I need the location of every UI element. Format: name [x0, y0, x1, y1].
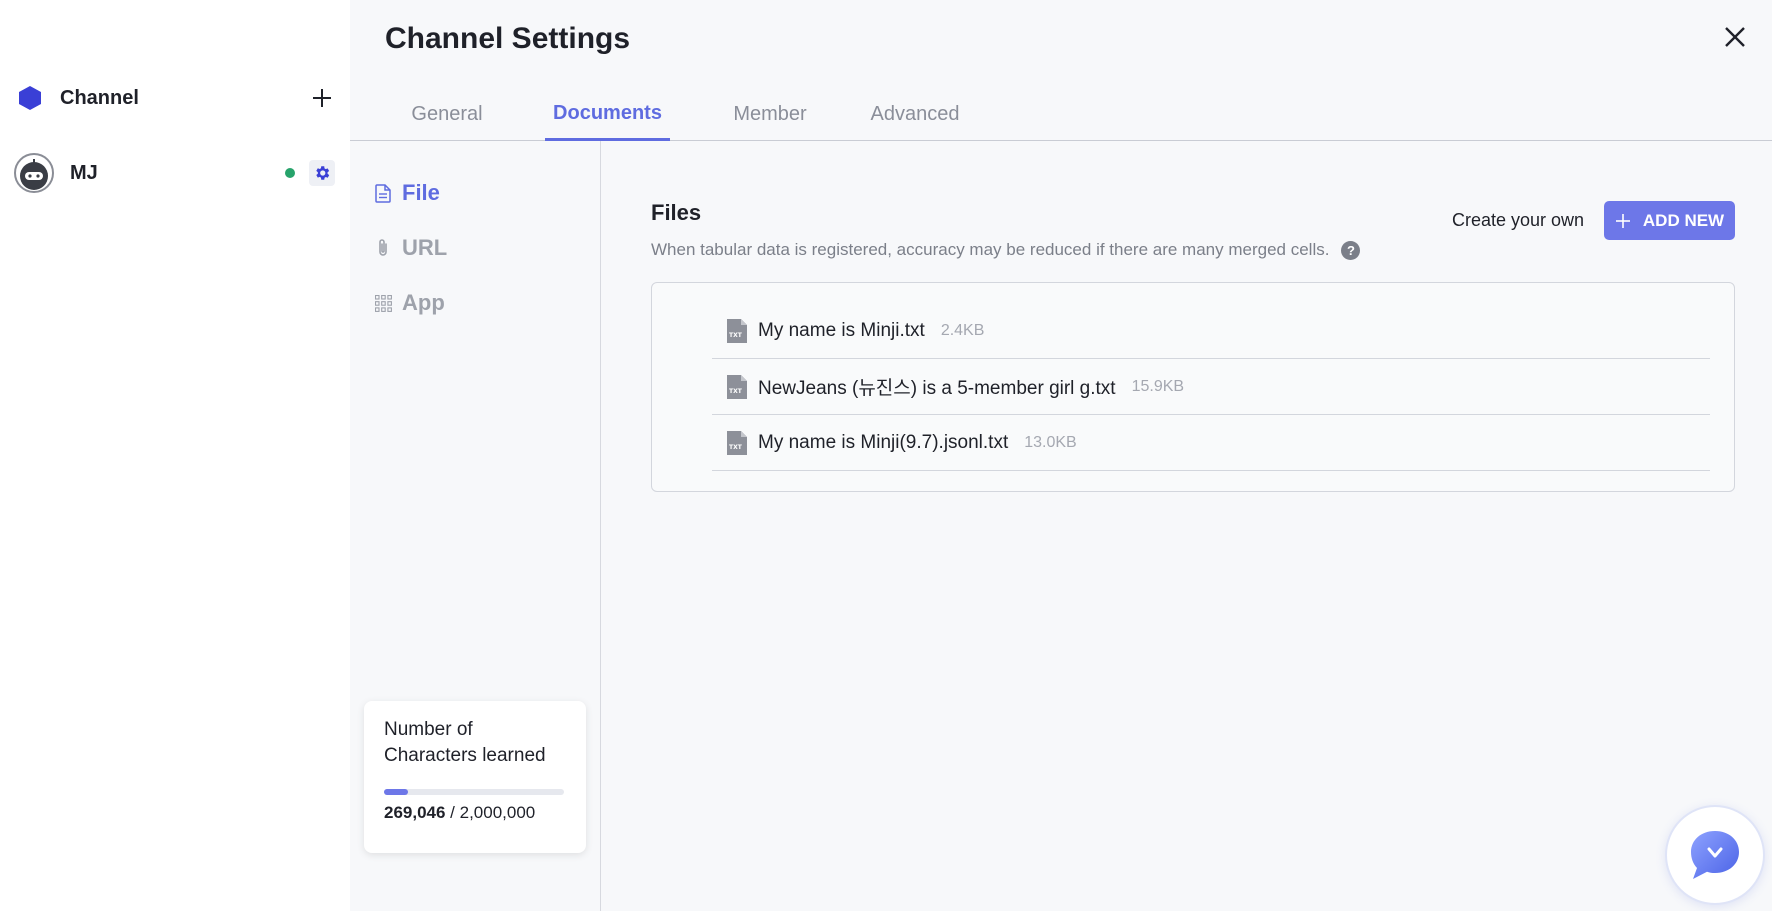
files-description: When tabular data is registered, accurac… [651, 240, 1361, 260]
robot-icon [20, 159, 48, 190]
txt-file-icon: TXT [727, 318, 747, 343]
sidebar-channel-row: Channel [0, 76, 350, 120]
avatar [14, 153, 54, 193]
file-name[interactable]: NewJeans (뉴진스) is a 5-member girl g.txt [758, 373, 1116, 400]
plus-icon [313, 89, 331, 107]
paperclip-icon [379, 239, 387, 256]
close-button[interactable] [1720, 22, 1750, 52]
sidebar-channel-label: Channel [60, 86, 139, 109]
characters-progress-fill [384, 789, 409, 795]
characters-limit-value: 2,000,000 [459, 803, 536, 822]
tab-general[interactable]: General [386, 88, 508, 141]
characters-progress-bar [384, 789, 564, 795]
files-list: TXT My name is Minji.txt 2.4KB TXT NewJe… [651, 282, 1735, 492]
characters-learned-card: Number of Characters learned 269,046 / 2… [364, 701, 586, 853]
add-new-label: ADD NEW [1642, 210, 1725, 230]
sidebar: Channel MJ [0, 0, 350, 911]
list-item[interactable]: TXT My name is Minji(9.7).jsonl.txt 13.0… [712, 415, 1710, 471]
add-new-button[interactable]: ADD NEW [1604, 201, 1735, 240]
bot-name: MJ [70, 161, 98, 184]
bot-settings-button[interactable] [309, 160, 335, 186]
txt-file-icon: TXT [727, 374, 747, 399]
add-channel-button[interactable] [308, 84, 336, 112]
sidebar-bot-row[interactable]: MJ [0, 150, 350, 196]
subnav-item-url[interactable]: URL [374, 231, 447, 265]
close-icon [1725, 27, 1745, 47]
grid-icon [374, 294, 392, 312]
chat-widget-button[interactable] [1665, 805, 1765, 905]
files-heading: Files [651, 200, 702, 225]
characters-count: 269,046 / 2,000,000 [384, 803, 566, 823]
file-size: 2.4KB [940, 321, 985, 339]
hexagon-icon [19, 86, 41, 110]
page-title: Channel Settings [385, 22, 631, 55]
chat-bubble-icon [1691, 831, 1739, 879]
plus-icon [1615, 213, 1630, 228]
online-status-dot [285, 168, 295, 178]
file-name[interactable]: My name is Minji.txt [758, 320, 925, 342]
svg-text:TXT: TXT [729, 332, 743, 339]
tab-advanced[interactable]: Advanced [860, 88, 970, 141]
svg-text:TXT: TXT [729, 388, 743, 395]
tab-member[interactable]: Member [720, 88, 820, 141]
settings-tabs: General Documents Member Advanced [350, 88, 1772, 141]
file-size: 13.0KB [1024, 433, 1077, 451]
svg-text:TXT: TXT [729, 444, 743, 451]
subnav-item-label: File [402, 180, 440, 205]
app-root: Channel MJ Channel Settings General Docu… [0, 0, 1772, 911]
list-item[interactable]: TXT NewJeans (뉴진스) is a 5-member girl g.… [712, 359, 1710, 415]
subnav-item-file[interactable]: File [374, 176, 440, 210]
characters-learned-title: Number of Characters learned [384, 719, 546, 766]
file-icon [375, 183, 391, 203]
files-description-text: When tabular data is registered, accurac… [651, 240, 1330, 259]
help-icon[interactable]: ? [1341, 240, 1361, 260]
characters-learned-value: 269,046 [384, 803, 446, 822]
documents-subnav: File URL App Number of Characters learne… [350, 141, 601, 911]
gear-icon [316, 166, 330, 180]
characters-separator: / [445, 803, 460, 822]
create-your-own-link[interactable]: Create your own [1452, 210, 1584, 231]
list-item[interactable]: TXT My name is Minji.txt 2.4KB [712, 303, 1710, 359]
subnav-item-app[interactable]: App [374, 286, 445, 320]
subnav-item-label: URL [402, 235, 448, 260]
file-name[interactable]: My name is Minji(9.7).jsonl.txt [758, 432, 1008, 454]
txt-file-icon: TXT [727, 430, 747, 455]
tab-documents[interactable]: Documents [545, 88, 670, 141]
subnav-item-label: App [402, 290, 445, 315]
file-size: 15.9KB [1131, 377, 1185, 395]
